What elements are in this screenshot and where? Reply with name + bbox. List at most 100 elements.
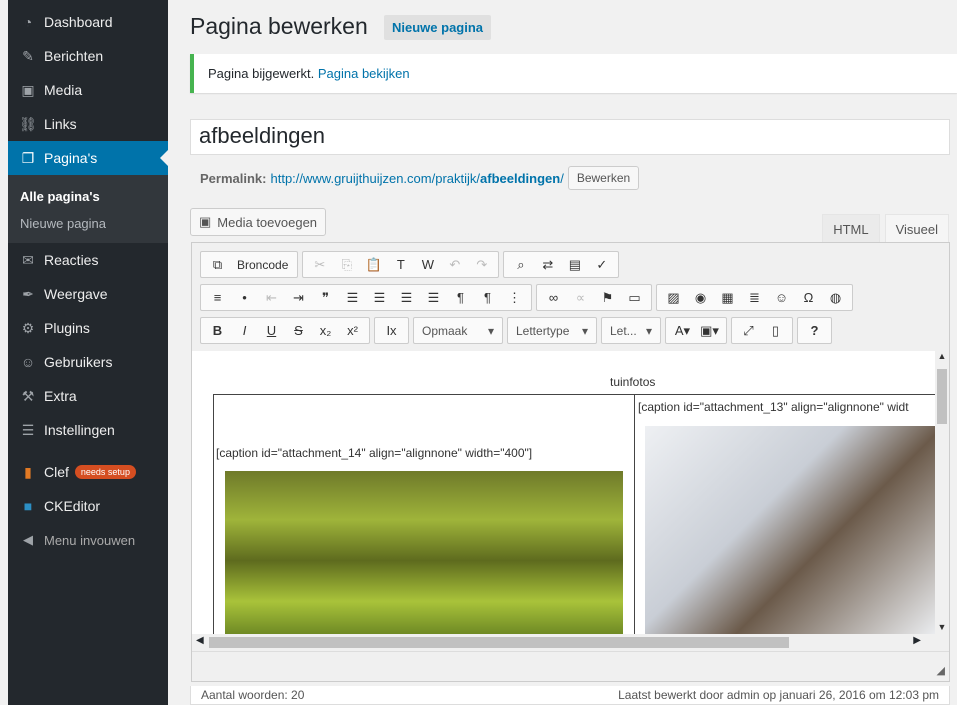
sidebar-item-plugins[interactable]: ⚙ Plugins [8, 311, 168, 345]
media-icon: ▣ [21, 81, 35, 98]
text-color-icon[interactable]: A▾ [669, 318, 696, 343]
font-select[interactable]: Lettertype ▾ [507, 317, 597, 344]
subscript-icon[interactable]: x₂ [312, 318, 339, 343]
undo-icon[interactable]: ↶ [441, 252, 468, 277]
ltr-icon[interactable]: ¶ [447, 285, 474, 310]
link-icon[interactable]: ∞ [540, 285, 567, 310]
vertical-scrollbar[interactable]: ▲ ▼ [935, 351, 949, 634]
settings-icon: ☰ [21, 421, 35, 438]
language-icon[interactable]: ⋮ [501, 285, 528, 310]
bold-icon[interactable]: B [204, 318, 231, 343]
sidebar-item-berichten[interactable]: ✎ Berichten [8, 39, 168, 73]
source-button[interactable]: Broncode [231, 258, 294, 272]
scroll-left-icon[interactable]: ◀ [196, 635, 204, 646]
sidebar-item-paginas[interactable]: ❐ Pagina's [8, 141, 168, 175]
sidebar-item-label: Media [44, 82, 83, 98]
scroll-thumb[interactable] [937, 369, 947, 424]
horizontal-scrollbar[interactable]: ◀ ▶ [192, 634, 935, 651]
tools-icon: ⚒ [21, 387, 35, 404]
help-icon[interactable]: ? [801, 318, 828, 343]
garden-photo[interactable] [225, 471, 623, 634]
sidebar-item-gebruikers[interactable]: ☺ Gebruikers [8, 345, 168, 379]
bg-color-icon[interactable]: ▣▾ [696, 318, 723, 343]
needs-setup-badge: needs setup [74, 465, 136, 479]
sidebar-item-label: Berichten [44, 48, 104, 64]
submenu-new-page[interactable]: Nieuwe pagina [8, 210, 168, 237]
copy-icon[interactable]: ⎘ [333, 252, 360, 277]
resize-handle-icon[interactable]: ◢ [937, 664, 945, 677]
table-icon[interactable]: ▦ [714, 285, 741, 310]
find-icon[interactable]: ⌕ [507, 252, 534, 277]
users-icon: ☺ [20, 354, 36, 370]
select-all-icon[interactable]: ▤ [561, 252, 588, 277]
special-char-icon[interactable]: Ω [795, 285, 822, 310]
outdent-icon[interactable]: ⇤ [258, 285, 285, 310]
sidebar-item-links[interactable]: ⛓ Links [8, 107, 168, 141]
chevron-down-icon: ▾ [487, 323, 494, 338]
update-notice: Pagina bijgewerkt. Pagina bekijken [190, 54, 957, 93]
tab-html[interactable]: HTML [822, 214, 880, 245]
bullet-list-icon[interactable]: • [231, 285, 258, 310]
rtl-icon[interactable]: ¶ [474, 285, 501, 310]
maximize-icon[interactable]: ⤢ [735, 318, 762, 343]
sidebar-item-media[interactable]: ▣ Media [8, 73, 168, 107]
cut-icon[interactable]: ✂ [306, 252, 333, 277]
sidebar-item-label: Plugins [44, 320, 90, 336]
size-select[interactable]: Let... ▾ [601, 317, 661, 344]
smiley-icon[interactable]: ☺ [768, 285, 795, 310]
unlink-icon[interactable]: ∝ [567, 285, 594, 310]
strike-icon[interactable]: S [285, 318, 312, 343]
scroll-right-icon[interactable]: ▶ [913, 635, 921, 646]
underline-icon[interactable]: U [258, 318, 285, 343]
indent-icon[interactable]: ⇥ [285, 285, 312, 310]
hr-icon[interactable]: ≣ [741, 285, 768, 310]
sidebar-item-clef[interactable]: ▮ Clef needs setup [8, 455, 168, 489]
pin-icon: ✎ [22, 47, 34, 64]
submenu-all-pages[interactable]: Alle pagina's [8, 183, 168, 210]
remove-format-icon[interactable]: Ix [378, 318, 405, 343]
paste-icon[interactable]: 📋 [360, 252, 387, 277]
edit-permalink-button[interactable]: Bewerken [567, 166, 640, 190]
dashboard-icon: ◔ [23, 14, 33, 30]
sidebar-item-dashboard[interactable]: ◔ Dashboard [8, 5, 168, 39]
anchor-icon[interactable]: ⚑ [594, 285, 621, 310]
justify-icon[interactable]: ☰ [420, 285, 447, 310]
align-center-icon[interactable]: ☰ [366, 285, 393, 310]
h-scroll-thumb[interactable] [209, 637, 789, 648]
paste-word-icon[interactable]: W [414, 252, 441, 277]
flash-icon[interactable]: ◉ [687, 285, 714, 310]
show-blocks-icon[interactable]: ▯ [762, 318, 789, 343]
permalink-url[interactable]: http://www.gruijthuijzen.com/praktijk/af… [270, 171, 563, 186]
view-page-link[interactable]: Pagina bekijken [318, 66, 410, 81]
sidebar-item-weergave[interactable]: ✒ Weergave [8, 277, 168, 311]
image-icon[interactable]: ▨ [660, 285, 687, 310]
scroll-down-icon[interactable]: ▼ [935, 622, 949, 632]
bird-photo[interactable] [645, 426, 935, 634]
align-right-icon[interactable]: ☰ [393, 285, 420, 310]
collapse-menu-button[interactable]: ◀ Menu invouwen [8, 523, 168, 557]
new-page-button[interactable]: Nieuwe pagina [384, 15, 492, 40]
format-select[interactable]: Opmaak ▾ [413, 317, 503, 344]
superscript-icon[interactable]: x² [339, 318, 366, 343]
post-title-input[interactable]: afbeeldingen [190, 119, 950, 155]
italic-icon[interactable]: I [231, 318, 258, 343]
permalink-label: Permalink: [200, 170, 267, 186]
sidebar-item-instellingen[interactable]: ☰ Instellingen [8, 413, 168, 447]
sidebar-item-extra[interactable]: ⚒ Extra [8, 379, 168, 413]
blockquote-icon[interactable]: ❞ [312, 285, 339, 310]
editor-canvas[interactable]: tuinfotos [caption id="attachment_14" al… [192, 351, 935, 634]
tab-visual[interactable]: Visueel [884, 214, 949, 245]
align-left-icon[interactable]: ☰ [339, 285, 366, 310]
sidebar-item-ckeditor[interactable]: ■ CKEditor [8, 489, 168, 523]
redo-icon[interactable]: ↷ [468, 252, 495, 277]
add-media-button[interactable]: ▣ Media toevoegen [190, 208, 327, 236]
spellcheck-icon[interactable]: ✓ [588, 252, 615, 277]
sidebar-item-reacties[interactable]: ✉ Reacties [8, 243, 168, 277]
scroll-up-icon[interactable]: ▲ [935, 351, 949, 361]
replace-icon[interactable]: ⇄ [534, 252, 561, 277]
iframe-icon[interactable]: ◍ [822, 285, 849, 310]
sidebar-item-label: Instellingen [44, 422, 115, 438]
paste-text-icon[interactable]: T [387, 252, 414, 277]
pagebreak-icon[interactable]: ▭ [621, 285, 648, 310]
numbered-list-icon[interactable]: ≡ [204, 285, 231, 310]
